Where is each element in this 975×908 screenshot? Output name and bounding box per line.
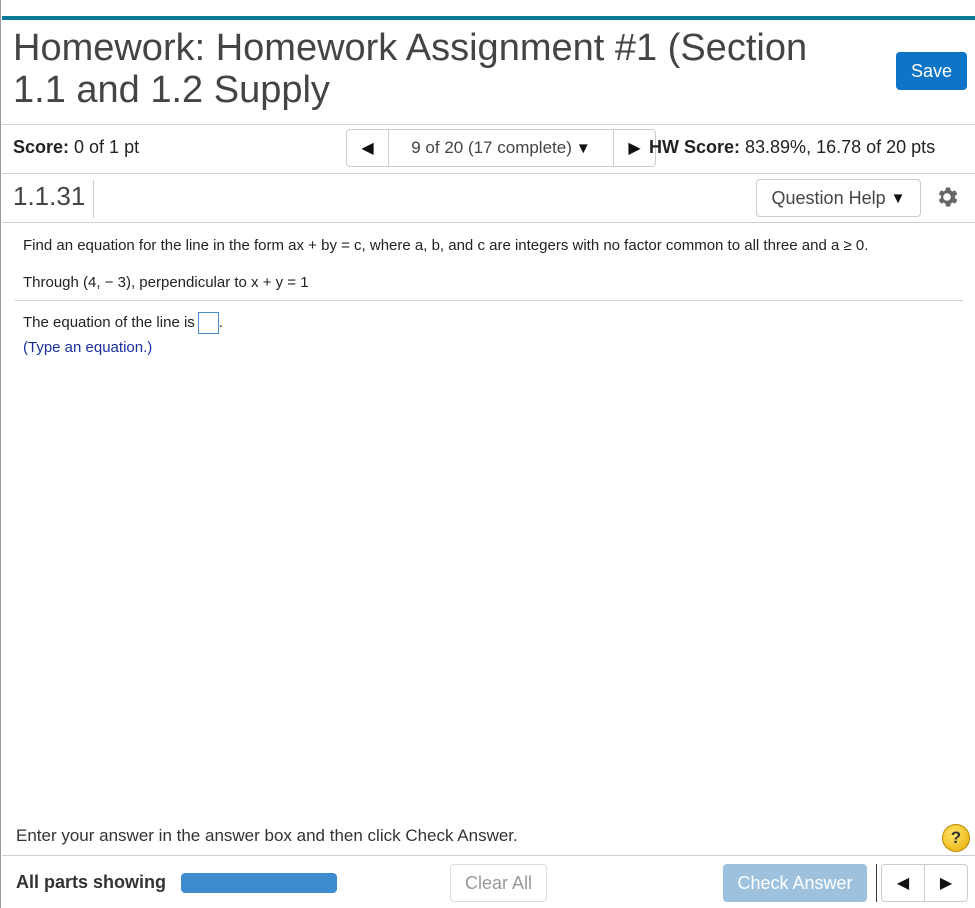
question-help-button[interactable]: Question Help ▼: [756, 179, 921, 217]
right-arrow-icon: ▶: [628, 140, 641, 157]
check-answer-button[interactable]: Check Answer: [723, 864, 867, 902]
instruction-message: Enter your answer in the answer box and …: [16, 826, 518, 845]
separator: [876, 864, 877, 902]
hw-score: HW Score: 83.89%, 16.78 of 20 pts: [649, 137, 935, 158]
question-select-dropdown[interactable]: 9 of 20 (17 complete) ▼: [389, 130, 613, 166]
top-accent-bar: [2, 16, 975, 20]
question-navigator: ◀ 9 of 20 (17 complete) ▼ ▶: [346, 129, 656, 167]
score-label: Score:: [13, 137, 70, 157]
left-arrow-icon: ◀: [896, 875, 910, 892]
caret-down-icon: ▼: [890, 189, 906, 207]
previous-question-button[interactable]: ◀: [347, 130, 389, 166]
next-part-button[interactable]: ▶: [925, 865, 967, 901]
divider: [2, 124, 975, 125]
previous-part-button[interactable]: ◀: [882, 865, 925, 901]
divider: [15, 300, 963, 301]
all-parts-label: All parts showing: [16, 872, 167, 892]
question-help-label: Question Help: [771, 187, 886, 208]
divider: [2, 855, 975, 856]
page-title: Homework: Homework Assignment #1 (Sectio…: [13, 27, 808, 111]
question-position: 9 of 20 (17 complete): [411, 138, 572, 157]
progress-fill: [181, 873, 337, 893]
left-arrow-icon: ◀: [361, 140, 374, 157]
answer-hint: (Type an equation.): [23, 339, 153, 356]
question-id: 1.1.31: [13, 180, 95, 218]
homework-window: Homework: Homework Assignment #1 (Sectio…: [0, 0, 975, 908]
score-value: 0 of 1 pt: [69, 137, 140, 157]
question-score: Score: 0 of 1 pt: [13, 137, 139, 158]
parts-progress-bar: [181, 873, 337, 893]
answer-line: The equation of the line is.: [23, 312, 223, 334]
caret-down-icon: ▼: [575, 139, 591, 157]
divider: [2, 222, 975, 223]
answer-suffix: .: [218, 313, 223, 331]
save-button[interactable]: Save: [896, 52, 967, 90]
help-icon[interactable]: ?: [942, 824, 970, 852]
answer-input[interactable]: [197, 312, 219, 334]
hw-score-value: 83.89%, 16.78 of 20 pts: [740, 137, 936, 157]
answer-prompt: The equation of the line is: [23, 313, 195, 331]
divider: [2, 173, 975, 174]
part-pager: ◀ ▶: [881, 864, 968, 902]
clear-all-button[interactable]: Clear All: [450, 864, 547, 902]
question-condition: Through (4, − 3), perpendicular to x + y…: [23, 274, 309, 291]
right-arrow-icon: ▶: [939, 875, 953, 892]
question-instruction: Find an equation for the line in the for…: [23, 237, 869, 254]
gear-icon[interactable]: [934, 184, 960, 210]
hw-score-label: HW Score:: [649, 137, 741, 157]
